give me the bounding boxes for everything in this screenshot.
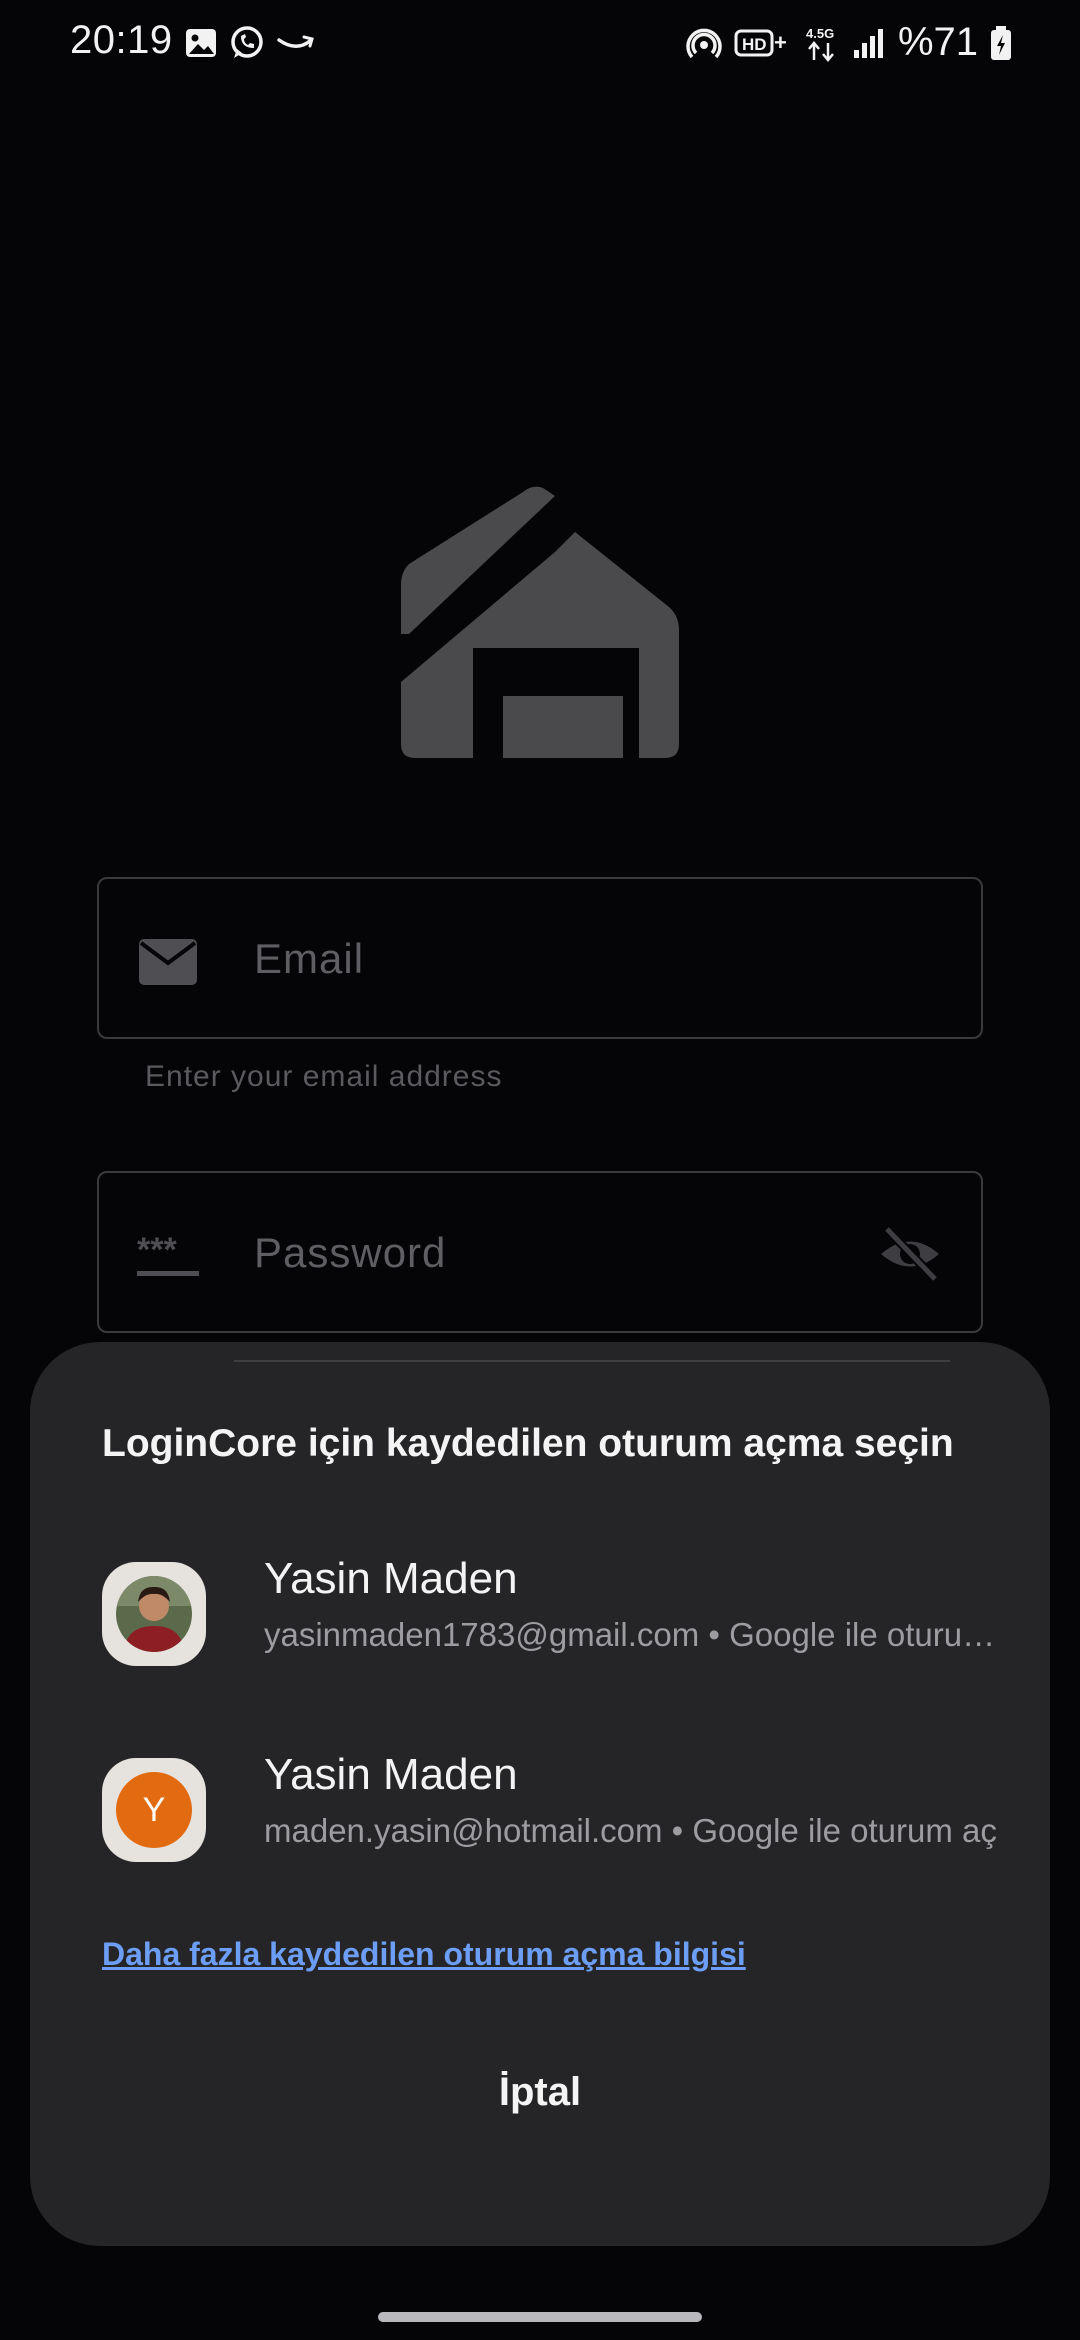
gallery-icon: [186, 29, 216, 57]
sheet-title: LoginCore için kaydedilen oturum açma se…: [102, 1422, 954, 1465]
avatar: [102, 1562, 206, 1666]
battery-percentage: %71: [897, 20, 978, 64]
password-placeholder: Password: [254, 1229, 447, 1276]
more-saved-logins-link[interactable]: Daha fazla kaydedilen oturum açma bilgis…: [102, 1936, 746, 1973]
svg-text:+: +: [774, 30, 787, 55]
hd-plus-icon: HD +: [734, 29, 787, 56]
status-system-icons: HD + 4.5G %71: [686, 20, 1012, 65]
status-notification-icons: [184, 24, 316, 62]
account-divider: [234, 1360, 950, 1362]
data-arrows-icon: 4.5G: [806, 26, 834, 62]
whatsapp-icon: [231, 26, 263, 58]
signal-icon: [853, 28, 883, 58]
svg-text:***: ***: [137, 1231, 177, 1269]
profile-photo-icon: [116, 1576, 192, 1652]
email-field[interactable]: Email: [97, 877, 983, 1039]
cancel-button[interactable]: İptal: [30, 2070, 1050, 2115]
home-indicator[interactable]: [378, 2312, 702, 2322]
visibility-off-icon[interactable]: [877, 1225, 943, 1283]
battery-icon: [991, 25, 1011, 60]
account-item[interactable]: Yasin Maden yasinmaden1783@gmail.com • G…: [102, 1554, 1004, 1674]
status-time: 20:19: [70, 18, 173, 62]
password-field[interactable]: *** Password: [97, 1171, 983, 1333]
account-item[interactable]: Y Yasin Maden maden.yasin@hotmail.com • …: [102, 1750, 1002, 1870]
credential-picker-sheet: LoginCore için kaydedilen oturum açma se…: [30, 1342, 1050, 2246]
email-placeholder: Email: [254, 935, 365, 982]
account-email: maden.yasin@hotmail.com • Google ile otu…: [264, 1812, 997, 1849]
amazon-icon: [277, 35, 314, 48]
password-icon: ***: [137, 1231, 199, 1276]
hotspot-icon: [686, 28, 722, 58]
network-type: 4.5G: [806, 26, 834, 41]
svg-text:HD: HD: [742, 35, 767, 54]
avatar: Y: [102, 1758, 206, 1862]
account-name: Yasin Maden: [264, 1750, 518, 1799]
mail-icon: [139, 939, 197, 985]
account-name: Yasin Maden: [264, 1554, 518, 1603]
account-email: yasinmaden1783@gmail.com • Google ile ot…: [264, 1616, 1004, 1653]
app-logo: [401, 486, 679, 758]
email-helper-text: Enter your email address: [145, 1060, 503, 1093]
avatar-letter: Y: [116, 1772, 192, 1848]
